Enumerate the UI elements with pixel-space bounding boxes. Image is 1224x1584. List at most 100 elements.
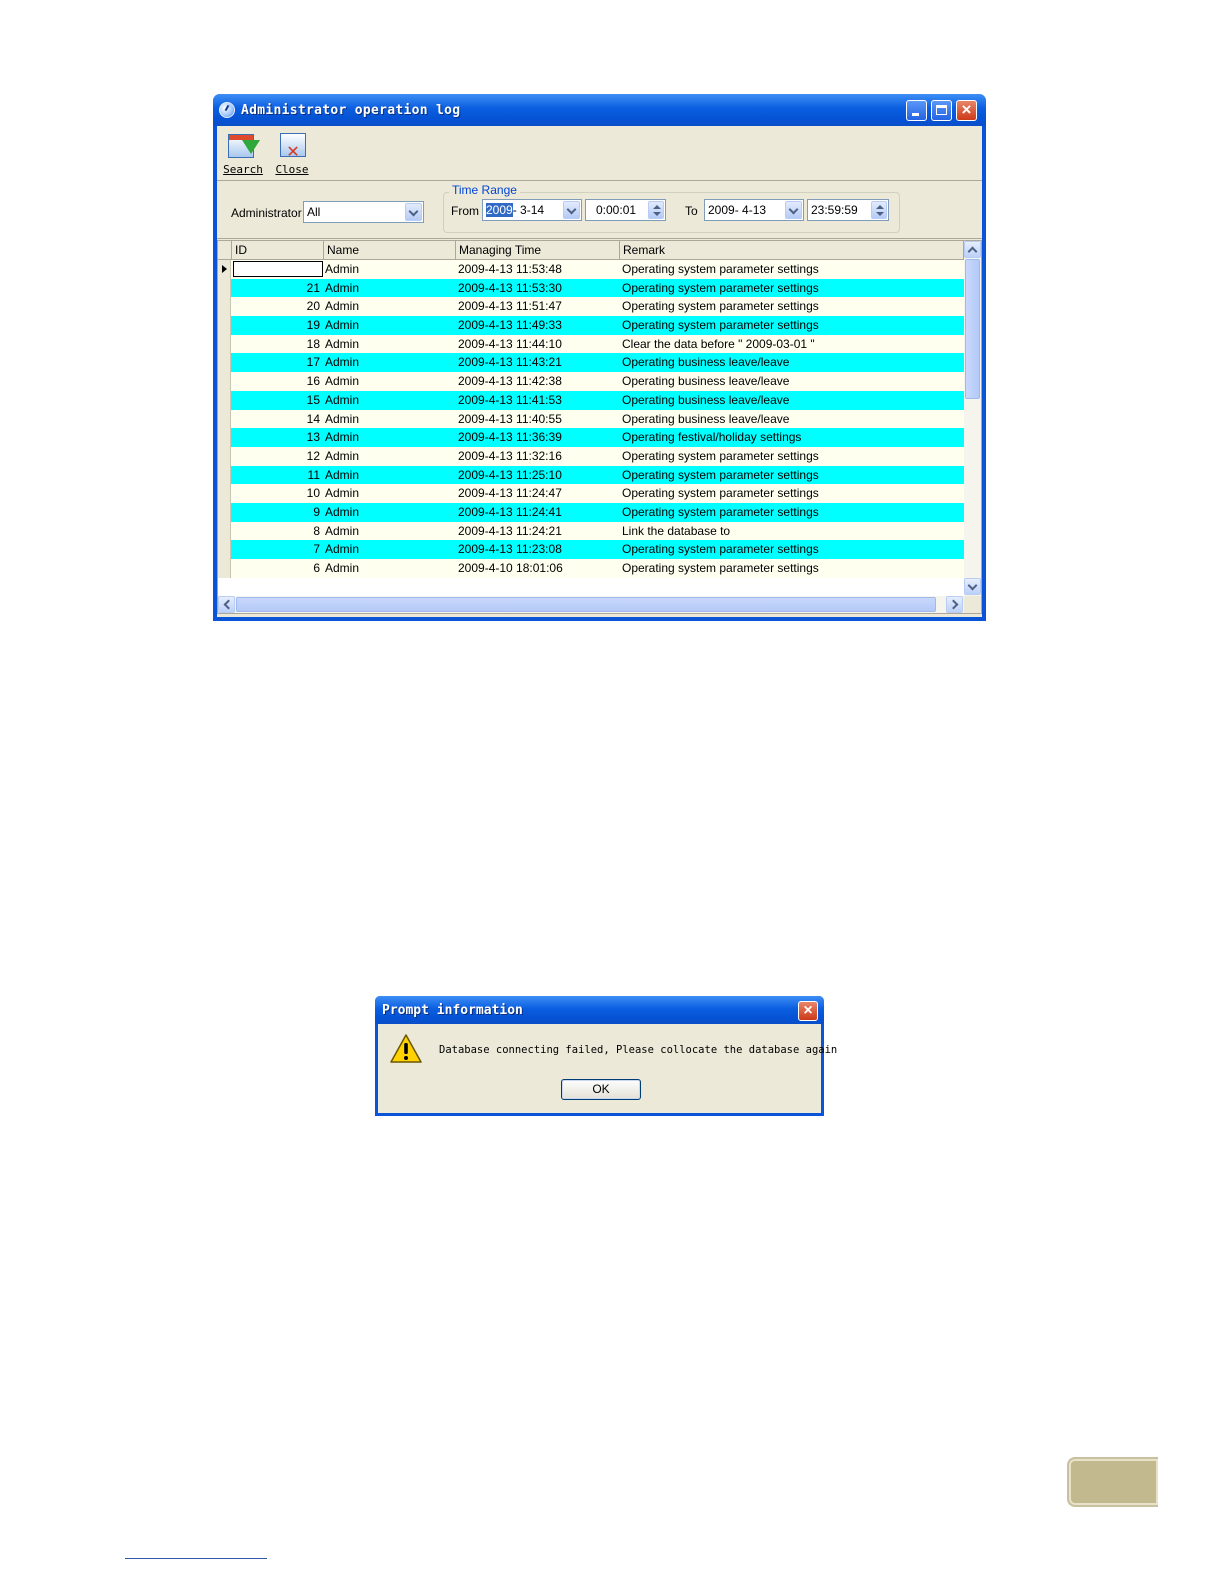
cell-remark[interactable]: Operating system parameter settings	[622, 466, 962, 485]
cell-remark[interactable]: Operating system parameter settings	[622, 297, 962, 316]
cell-name[interactable]: Admin	[325, 316, 455, 335]
cell-remark[interactable]: Operating system parameter settings	[622, 316, 962, 335]
cell-managing-time[interactable]: 2009-4-13 11:44:10	[458, 335, 618, 354]
cell-name[interactable]: Admin	[325, 466, 455, 485]
column-header-managing-time[interactable]: Managing Time	[456, 241, 620, 260]
table-row[interactable]: 19 Admin 2009-4-13 11:49:33 Operating syste…	[218, 316, 964, 335]
row-indicator[interactable]	[218, 559, 231, 578]
row-indicator[interactable]	[218, 409, 231, 429]
table-row[interactable]: 9 Admin 2009-4-13 11:24:41 Operating system…	[218, 502, 964, 522]
cell-name[interactable]: Admin	[325, 428, 455, 447]
cell-name[interactable]: Admin	[325, 372, 455, 391]
cell-remark[interactable]: Operating system parameter settings	[622, 559, 962, 578]
cell-remark[interactable]: Operating business leave/leave	[622, 391, 962, 410]
cell-remark[interactable]: Operating business leave/leave	[622, 372, 962, 391]
horizontal-scrollbar[interactable]	[218, 596, 964, 613]
table-row[interactable]: 17 Admin 2009-4-13 11:43:21 Operating busin…	[218, 353, 964, 373]
maximize-button[interactable]	[931, 100, 952, 121]
cell-id[interactable]: 11	[232, 466, 322, 485]
row-indicator[interactable]	[218, 372, 231, 391]
cell-remark[interactable]: Operating business leave/leave	[622, 353, 962, 372]
spin-updown-icon[interactable]	[648, 201, 664, 219]
horizontal-scroll-thumb[interactable]	[236, 597, 936, 612]
cell-name[interactable]: Admin	[325, 559, 455, 578]
row-indicator[interactable]	[218, 428, 231, 447]
cell-id[interactable]: 21	[232, 279, 322, 298]
table-row[interactable]: 16 Admin 2009-4-13 11:42:38 Operating busin…	[218, 372, 964, 391]
cell-id[interactable]: 20	[232, 297, 322, 316]
cell-remark[interactable]: Clear the data before " 2009-03-01 "	[622, 335, 962, 354]
dialog-close-button[interactable]: ×	[798, 1001, 818, 1021]
row-indicator[interactable]	[218, 465, 231, 485]
from-date-picker[interactable]: 2009- 3-14	[482, 199, 582, 221]
row-indicator[interactable]	[218, 334, 231, 354]
cell-remark[interactable]: Operating system parameter settings	[622, 503, 962, 522]
row-indicator[interactable]	[218, 446, 231, 466]
cell-id[interactable]: 14	[232, 410, 322, 429]
vertical-scroll-thumb[interactable]	[965, 259, 980, 399]
row-indicator[interactable]	[218, 278, 231, 298]
cell-managing-time[interactable]: 2009-4-13 11:53:30	[458, 279, 618, 298]
minimize-button[interactable]	[906, 100, 927, 121]
cell-id[interactable]	[232, 260, 322, 279]
row-indicator[interactable]	[218, 521, 231, 541]
spin-updown-icon[interactable]	[871, 201, 887, 219]
cell-managing-time[interactable]: 2009-4-13 11:43:21	[458, 353, 618, 372]
dialog-titlebar[interactable]: Prompt information ×	[375, 996, 824, 1024]
cell-name[interactable]: Admin	[325, 391, 455, 410]
column-header-id[interactable]: ID	[232, 241, 324, 260]
cell-id[interactable]: 16	[232, 372, 322, 391]
row-indicator[interactable]	[218, 260, 231, 279]
cell-name[interactable]: Admin	[325, 335, 455, 354]
cell-remark[interactable]: Operating system parameter settings	[622, 279, 962, 298]
cell-managing-time[interactable]: 2009-4-13 11:24:47	[458, 484, 618, 503]
column-header-name[interactable]: Name	[324, 241, 456, 260]
scroll-right-icon[interactable]	[946, 596, 963, 613]
to-date-picker[interactable]: 2009- 4-13	[704, 199, 804, 221]
row-indicator[interactable]	[218, 484, 231, 503]
cell-name[interactable]: Admin	[325, 540, 455, 559]
close-button[interactable]: ✕ Close	[273, 130, 311, 176]
cell-name[interactable]: Admin	[325, 447, 455, 466]
table-row[interactable]: 6 Admin 2009-4-10 18:01:06 Operating system…	[218, 559, 964, 578]
cell-managing-time[interactable]: 2009-4-13 11:40:55	[458, 410, 618, 429]
cell-id[interactable]: 9	[232, 503, 322, 522]
cell-remark[interactable]: Operating business leave/leave	[622, 410, 962, 429]
cell-id[interactable]: 6	[232, 559, 322, 578]
chevron-down-icon[interactable]	[563, 201, 580, 219]
to-time-field[interactable]: 23:59:59	[807, 199, 889, 221]
cell-remark[interactable]: Operating system parameter settings	[622, 540, 962, 559]
cell-id[interactable]: 19	[232, 316, 322, 335]
column-header-remark[interactable]: Remark	[620, 241, 964, 260]
cell-managing-time[interactable]: 2009-4-13 11:25:10	[458, 466, 618, 485]
table-row[interactable]: 8 Admin 2009-4-13 11:24:21 Link the databas…	[218, 521, 964, 541]
cell-remark[interactable]: Operating festival/holiday settings	[622, 428, 962, 447]
table-row[interactable]: 10 Admin 2009-4-13 11:24:47 Operating syste…	[218, 484, 964, 503]
table-row[interactable]: 21 Admin 2009-4-13 11:53:30 Operating syste…	[218, 278, 964, 298]
cell-id[interactable]: 17	[232, 353, 322, 372]
cell-id[interactable]: 10	[232, 484, 322, 503]
cell-managing-time[interactable]: 2009-4-13 11:23:08	[458, 540, 618, 559]
cell-managing-time[interactable]: 2009-4-13 11:53:48	[458, 260, 618, 279]
administrator-select[interactable]: All	[303, 201, 424, 223]
cell-remark[interactable]: Link the database to	[622, 522, 962, 541]
cell-managing-time[interactable]: 2009-4-13 11:32:16	[458, 447, 618, 466]
cell-name[interactable]: Admin	[325, 410, 455, 429]
cell-remark[interactable]: Operating system parameter settings	[622, 447, 962, 466]
cell-managing-time[interactable]: 2009-4-13 11:24:21	[458, 522, 618, 541]
table-row[interactable]: 12 Admin 2009-4-13 11:32:16 Operating syste…	[218, 446, 964, 466]
close-window-button[interactable]: ×	[956, 100, 977, 121]
row-indicator[interactable]	[218, 297, 231, 317]
cell-id[interactable]: 7	[232, 540, 322, 559]
from-time-field[interactable]: 0:00:01	[585, 199, 666, 221]
table-row[interactable]: 14 Admin 2009-4-13 11:40:55 Operating busin…	[218, 409, 964, 429]
cell-managing-time[interactable]: 2009-4-13 11:24:41	[458, 503, 618, 522]
cell-name[interactable]: Admin	[325, 522, 455, 541]
window-titlebar[interactable]: Administrator operation log ×	[213, 94, 986, 126]
cell-remark[interactable]: Operating system parameter settings	[622, 260, 962, 279]
cell-name[interactable]: Admin	[325, 503, 455, 522]
cell-name[interactable]: Admin	[325, 260, 455, 279]
cell-managing-time[interactable]: 2009-4-10 18:01:06	[458, 559, 618, 578]
cell-id[interactable]: 13	[232, 428, 322, 447]
scroll-left-icon[interactable]	[218, 596, 235, 613]
